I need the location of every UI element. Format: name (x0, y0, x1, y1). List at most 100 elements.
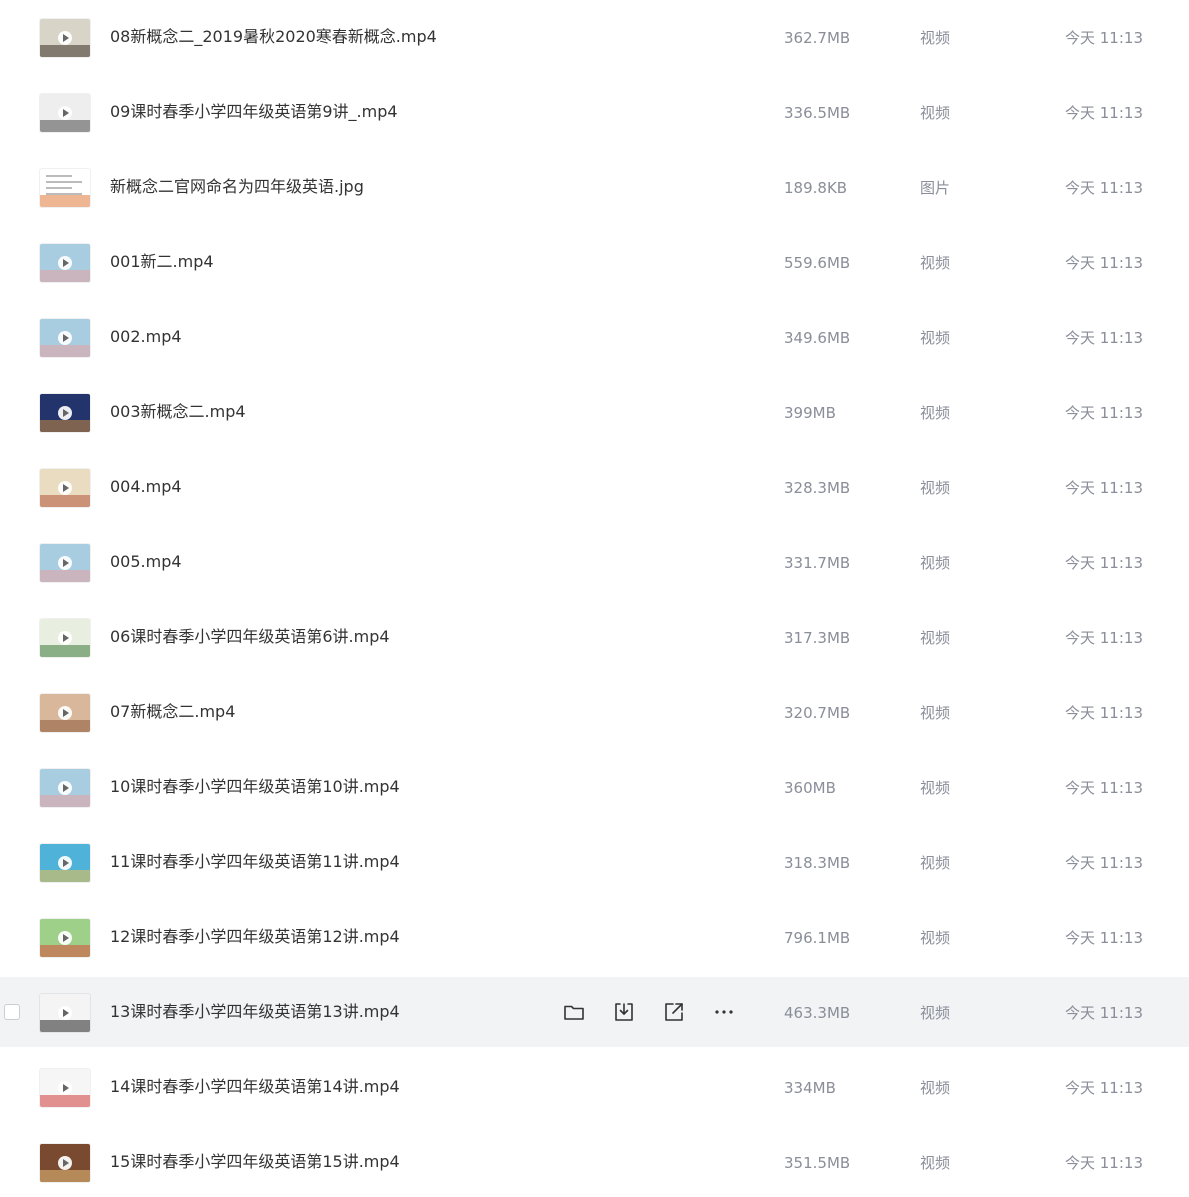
play-icon (58, 781, 72, 795)
file-name[interactable]: 002.mp4 (110, 326, 182, 348)
file-name[interactable]: 001新二.mp4 (110, 251, 214, 273)
play-icon (58, 706, 72, 720)
file-row[interactable]: 09课时春季小学四年级英语第9讲_.mp4 336.5MB 视频 今天 11:13 (0, 77, 1189, 147)
thumbnail-art (40, 945, 90, 957)
file-type: 视频 (920, 1004, 951, 1022)
play-icon (58, 1081, 72, 1095)
thumbnail-art (40, 270, 90, 282)
file-type: 视频 (920, 404, 951, 422)
thumbnail-art (40, 120, 90, 132)
file-row[interactable]: 14课时春季小学四年级英语第14讲.mp4 334MB 视频 今天 11:13 (0, 1052, 1189, 1122)
file-type: 视频 (920, 104, 951, 122)
thumbnail-art (40, 1095, 90, 1107)
file-name[interactable]: 14课时春季小学四年级英语第14讲.mp4 (110, 1076, 400, 1098)
thumbnail-art (40, 420, 90, 432)
video-thumbnail (40, 394, 90, 432)
modified-date: 今天 11:13 (1065, 1004, 1143, 1022)
video-thumbnail (40, 994, 90, 1032)
modified-date: 今天 11:13 (1065, 929, 1143, 947)
folder-icon (562, 1000, 586, 1024)
file-name[interactable]: 004.mp4 (110, 476, 182, 498)
modified-date: 今天 11:13 (1065, 779, 1143, 797)
file-size: 360MB (784, 779, 836, 797)
file-row[interactable]: 001新二.mp4 559.6MB 视频 今天 11:13 (0, 227, 1189, 297)
play-icon (58, 631, 72, 645)
file-name[interactable]: 08新概念二_2019暑秋2020寒春新概念.mp4 (110, 26, 437, 48)
file-row[interactable]: 15课时春季小学四年级英语第15讲.mp4 351.5MB 视频 今天 11:13 (0, 1127, 1189, 1197)
file-row[interactable]: 004.mp4 328.3MB 视频 今天 11:13 (0, 452, 1189, 522)
file-row[interactable]: 12课时春季小学四年级英语第12讲.mp4 796.1MB 视频 今天 11:13 (0, 902, 1189, 972)
file-name[interactable]: 新概念二官网命名为四年级英语.jpg (110, 176, 364, 198)
file-row[interactable]: 11课时春季小学四年级英语第11讲.mp4 318.3MB 视频 今天 11:13 (0, 827, 1189, 897)
file-row[interactable]: 10课时春季小学四年级英语第10讲.mp4 360MB 视频 今天 11:13 (0, 752, 1189, 822)
file-size: 331.7MB (784, 554, 851, 572)
file-name[interactable]: 09课时春季小学四年级英语第9讲_.mp4 (110, 101, 398, 123)
file-row[interactable]: 002.mp4 349.6MB 视频 今天 11:13 (0, 302, 1189, 372)
video-thumbnail (40, 19, 90, 57)
modified-date: 今天 11:13 (1065, 704, 1143, 722)
file-row[interactable]: 13课时春季小学四年级英语第13讲.mp4 463.3MB 视频 今天 11:13 (0, 977, 1189, 1047)
image-thumbnail (40, 169, 90, 207)
modified-date: 今天 11:13 (1065, 404, 1143, 422)
play-icon (58, 31, 72, 45)
file-size: 189.8KB (784, 179, 848, 197)
more-horizontal-icon (712, 1000, 736, 1024)
download-icon (612, 1000, 636, 1024)
file-type: 视频 (920, 779, 951, 797)
file-type: 图片 (920, 179, 951, 197)
file-size: 351.5MB (784, 1154, 851, 1172)
play-icon (58, 931, 72, 945)
file-name[interactable]: 13课时春季小学四年级英语第13讲.mp4 (110, 1001, 400, 1023)
file-row[interactable]: 08新概念二_2019暑秋2020寒春新概念.mp4 362.7MB 视频 今天 11… (0, 2, 1189, 72)
video-thumbnail (40, 94, 90, 132)
file-name[interactable]: 11课时春季小学四年级英语第11讲.mp4 (110, 851, 400, 873)
play-icon (58, 556, 72, 570)
video-thumbnail (40, 244, 90, 282)
file-name[interactable]: 10课时春季小学四年级英语第10讲.mp4 (110, 776, 400, 798)
video-thumbnail (40, 769, 90, 807)
modified-date: 今天 11:13 (1065, 254, 1143, 272)
file-row[interactable]: 新概念二官网命名为四年级英语.jpg 189.8KB 图片 今天 11:13 (0, 152, 1189, 222)
video-thumbnail (40, 469, 90, 507)
thumbnail-art (40, 720, 90, 732)
modified-date: 今天 11:13 (1065, 1154, 1143, 1172)
download-button[interactable] (612, 1000, 636, 1024)
file-row[interactable]: 005.mp4 331.7MB 视频 今天 11:13 (0, 527, 1189, 597)
row-checkbox[interactable] (4, 1004, 20, 1020)
file-row[interactable]: 003新概念二.mp4 399MB 视频 今天 11:13 (0, 377, 1189, 447)
thumbnail-art (40, 1020, 90, 1032)
play-icon (58, 856, 72, 870)
file-name[interactable]: 005.mp4 (110, 551, 182, 573)
play-icon (58, 1006, 72, 1020)
file-name[interactable]: 15课时春季小学四年级英语第15讲.mp4 (110, 1151, 400, 1173)
thumbnail-text-line (46, 181, 82, 183)
file-row[interactable]: 06课时春季小学四年级英语第6讲.mp4 317.3MB 视频 今天 11:13 (0, 602, 1189, 672)
modified-date: 今天 11:13 (1065, 479, 1143, 497)
file-name[interactable]: 003新概念二.mp4 (110, 401, 246, 423)
play-icon (58, 106, 72, 120)
thumbnail-art (40, 1170, 90, 1182)
file-row[interactable]: 07新概念二.mp4 320.7MB 视频 今天 11:13 (0, 677, 1189, 747)
file-size: 328.3MB (784, 479, 851, 497)
move-to-folder-button[interactable] (562, 1000, 586, 1024)
video-thumbnail (40, 919, 90, 957)
file-size: 317.3MB (784, 629, 851, 647)
file-size: 463.3MB (784, 1004, 851, 1022)
file-size: 399MB (784, 404, 836, 422)
share-external-icon (662, 1000, 686, 1024)
video-thumbnail (40, 844, 90, 882)
play-icon (58, 406, 72, 420)
file-name[interactable]: 07新概念二.mp4 (110, 701, 235, 723)
modified-date: 今天 11:13 (1065, 854, 1143, 872)
file-name[interactable]: 06课时春季小学四年级英语第6讲.mp4 (110, 626, 390, 648)
file-name[interactable]: 12课时春季小学四年级英语第12讲.mp4 (110, 926, 400, 948)
file-size: 796.1MB (784, 929, 851, 947)
share-button[interactable] (662, 1000, 686, 1024)
video-thumbnail (40, 1069, 90, 1107)
file-type: 视频 (920, 329, 951, 347)
modified-date: 今天 11:13 (1065, 1079, 1143, 1097)
file-size: 362.7MB (784, 29, 851, 47)
modified-date: 今天 11:13 (1065, 179, 1143, 197)
more-button[interactable] (712, 1000, 736, 1024)
video-thumbnail (40, 1144, 90, 1182)
